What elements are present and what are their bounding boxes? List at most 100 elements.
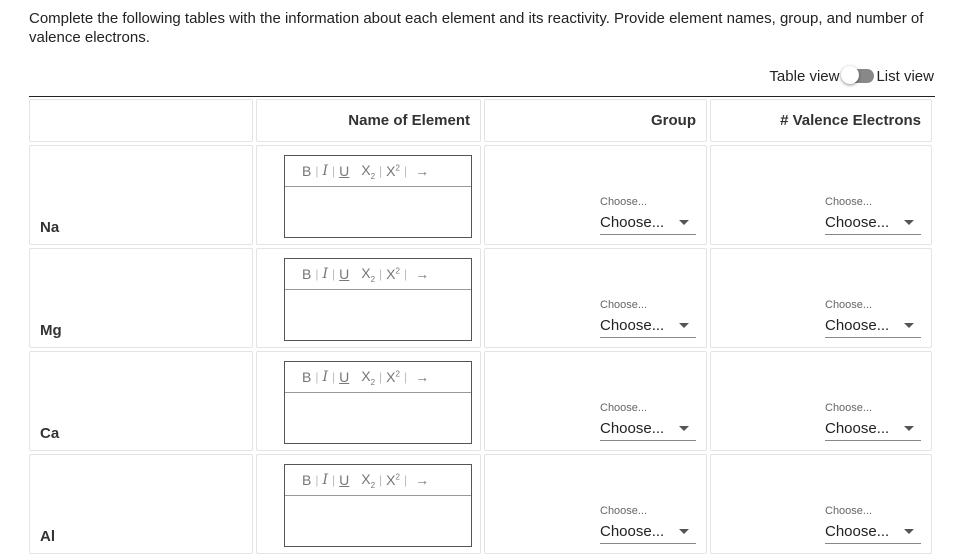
group-select-label: Choose... (600, 402, 648, 414)
chevron-down-icon (904, 529, 914, 534)
toolbar-separator: | (332, 370, 336, 384)
valence-select-label: Choose... (825, 402, 873, 414)
list-view-label: List view (876, 67, 934, 85)
header-cell-group: Group (484, 99, 707, 142)
valence-selected-value: Choose... (825, 419, 890, 437)
group-cell: Choose... Choose... (484, 248, 707, 348)
bold-button[interactable]: B (300, 472, 313, 488)
editor-toolbar: B | I | U X2 | X2 | → (285, 156, 471, 187)
group-dropdown[interactable]: Choose... (600, 416, 696, 441)
arrow-icon[interactable]: → (413, 163, 431, 179)
chevron-down-icon (679, 323, 689, 328)
group-selected-value: Choose... (600, 522, 665, 540)
valence-dropdown[interactable]: Choose... (825, 313, 921, 338)
superscript-button[interactable]: X2 (384, 163, 402, 179)
element-name-input[interactable] (285, 496, 471, 546)
valence-cell: Choose... Choose... (710, 248, 932, 348)
valence-select[interactable]: Choose... Choose... (825, 194, 921, 235)
toolbar-separator: | (379, 370, 383, 384)
underline-button[interactable]: U (337, 369, 351, 385)
group-selected-value: Choose... (600, 316, 665, 334)
header-valence-electrons: # Valence Electrons (780, 112, 921, 129)
valence-select-label: Choose... (825, 299, 873, 311)
group-select[interactable]: Choose... Choose... (600, 297, 696, 338)
chevron-down-icon (904, 426, 914, 431)
italic-button[interactable]: I (320, 369, 330, 385)
header-cell-valence: # Valence Electrons (710, 99, 932, 142)
group-cell: Choose... Choose... (484, 145, 707, 245)
arrow-icon[interactable]: → (413, 369, 431, 385)
editor-toolbar: B | I | U X2 | X2 | → (285, 259, 471, 290)
name-cell: B | I | U X2 | X2 | → (256, 454, 481, 554)
subscript-button[interactable]: X2 (359, 162, 377, 181)
bold-button[interactable]: B (300, 163, 313, 179)
table-header-row: Name of Element Group # Valence Electron… (29, 99, 935, 142)
italic-button[interactable]: I (320, 472, 330, 488)
element-cell: Na (29, 145, 253, 245)
group-select[interactable]: Choose... Choose... (600, 194, 696, 235)
toolbar-separator: | (403, 473, 408, 487)
group-select[interactable]: Choose... Choose... (600, 503, 696, 544)
element-symbol: Al (40, 528, 55, 545)
valence-cell: Choose... Choose... (710, 351, 932, 451)
valence-select[interactable]: Choose... Choose... (825, 297, 921, 338)
header-cell-name: Name of Element (256, 99, 481, 142)
group-select-label: Choose... (600, 299, 648, 311)
underline-button[interactable]: U (337, 472, 351, 488)
group-selected-value: Choose... (600, 213, 665, 231)
valence-dropdown[interactable]: Choose... (825, 416, 921, 441)
chevron-down-icon (904, 323, 914, 328)
view-toggle-switch[interactable] (841, 66, 875, 84)
group-select[interactable]: Choose... Choose... (600, 400, 696, 441)
view-toggle[interactable]: Table view List view (769, 66, 934, 86)
subscript-button[interactable]: X2 (359, 265, 377, 284)
group-dropdown[interactable]: Choose... (600, 519, 696, 544)
toolbar-separator: | (315, 267, 319, 281)
name-cell: B | I | U X2 | X2 | → (256, 248, 481, 348)
toolbar-separator: | (315, 370, 319, 384)
toolbar-separator: | (403, 164, 408, 178)
toolbar-separator: | (332, 164, 336, 178)
header-group: Group (651, 112, 696, 129)
group-dropdown[interactable]: Choose... (600, 313, 696, 338)
subscript-button[interactable]: X2 (359, 471, 377, 490)
toolbar-separator: | (403, 370, 408, 384)
group-dropdown[interactable]: Choose... (600, 210, 696, 235)
valence-dropdown[interactable]: Choose... (825, 519, 921, 544)
header-cell-empty (29, 99, 253, 142)
valence-select[interactable]: Choose... Choose... (825, 503, 921, 544)
toolbar-separator: | (332, 267, 336, 281)
underline-button[interactable]: U (337, 266, 351, 282)
element-name-input[interactable] (285, 290, 471, 340)
valence-selected-value: Choose... (825, 213, 890, 231)
toolbar-separator: | (315, 164, 319, 178)
arrow-icon[interactable]: → (413, 266, 431, 282)
chevron-down-icon (904, 220, 914, 225)
element-name-input[interactable] (285, 393, 471, 443)
valence-selected-value: Choose... (825, 316, 890, 334)
underline-button[interactable]: U (337, 163, 351, 179)
valence-select[interactable]: Choose... Choose... (825, 400, 921, 441)
group-cell: Choose... Choose... (484, 351, 707, 451)
subscript-button[interactable]: X2 (359, 368, 377, 387)
superscript-button[interactable]: X2 (384, 266, 402, 282)
italic-button[interactable]: I (320, 266, 330, 282)
chevron-down-icon (679, 426, 689, 431)
element-symbol: Mg (40, 322, 62, 339)
rich-text-editor: B | I | U X2 | X2 | → (284, 258, 472, 341)
italic-button[interactable]: I (320, 163, 330, 179)
superscript-button[interactable]: X2 (384, 472, 402, 488)
arrow-icon[interactable]: → (413, 472, 431, 488)
editor-toolbar: B | I | U X2 | X2 | → (285, 465, 471, 496)
toolbar-separator: | (379, 164, 383, 178)
bold-button[interactable]: B (300, 369, 313, 385)
element-table: Name of Element Group # Valence Electron… (29, 99, 935, 557)
bold-button[interactable]: B (300, 266, 313, 282)
valence-dropdown[interactable]: Choose... (825, 210, 921, 235)
table-view-label: Table view (769, 67, 840, 85)
chevron-down-icon (679, 529, 689, 534)
superscript-button[interactable]: X2 (384, 369, 402, 385)
toolbar-separator: | (379, 267, 383, 281)
valence-select-label: Choose... (825, 505, 873, 517)
element-name-input[interactable] (285, 187, 471, 237)
